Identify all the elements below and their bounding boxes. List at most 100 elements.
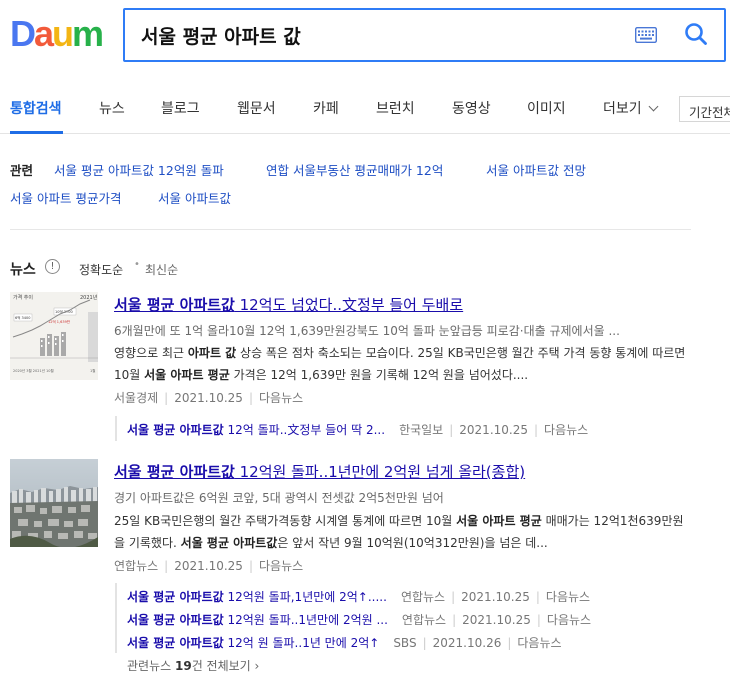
tab-blog[interactable]: 블로그 bbox=[161, 98, 200, 118]
info-icon[interactable]: ! bbox=[45, 259, 60, 274]
news-subtitle: 6개월만에 또 1억 올라10월 12억 1,639만원강북도 10억 돌파 눈… bbox=[114, 324, 620, 338]
related-news-title[interactable]: 서울 평균 아파트값 12억 돌파..文정부 들어 딱 2... bbox=[127, 423, 385, 437]
chevron-right-icon: › bbox=[254, 659, 260, 673]
snippet-keyword: 서울 아파트 평균 bbox=[456, 514, 542, 528]
related-rest: 12억 원 돌파..1년 만에 2억↑ bbox=[223, 636, 380, 650]
related-rest: 12억원 돌파..1년만에 2억원 ... bbox=[223, 613, 388, 627]
snippet-text: 은 앞서 작년 9월 10억원(10억312만원)을 넘은 데... bbox=[277, 536, 548, 550]
related-title: 관련 bbox=[10, 163, 34, 178]
news-source[interactable]: 서울경제 bbox=[114, 391, 158, 405]
tab-all[interactable]: 통합검색 bbox=[10, 98, 62, 118]
related-source[interactable]: SBS bbox=[393, 636, 416, 650]
search-box bbox=[123, 8, 726, 62]
related-news-row: 서울 평균 아파트값 12억원 돌파..1년만에 2억원 ... 연합뉴스 | 202… bbox=[127, 613, 592, 627]
snippet-keyword: 아파트 값 bbox=[187, 346, 237, 360]
related-portal[interactable]: 다음뉴스 bbox=[547, 613, 591, 627]
related-news-row: 서울 평균 아파트값 12억원 돌파,1년만에 2억↑..... 연합뉴스 | 202… bbox=[127, 590, 591, 604]
title-keyword: 서울 평균 아파트값 bbox=[114, 463, 235, 481]
snippet-keyword: 서울 아파트 평균 bbox=[144, 368, 230, 382]
related-keyword: 서울 평균 아파트값 bbox=[127, 636, 224, 650]
title-rest: 12억도 넘었다..文정부 들어 두배로 bbox=[234, 296, 464, 314]
news-date: 2021.10.25 bbox=[174, 391, 243, 405]
related-news-title[interactable]: 서울 평균 아파트값 12억원 돌파..1년만에 2억원 ... bbox=[127, 613, 388, 627]
related-date: 2021.10.25 bbox=[461, 590, 530, 604]
related-link[interactable]: 서울 아파트값 bbox=[158, 188, 231, 207]
related-news-title[interactable]: 서울 평균 아파트값 12억 원 돌파..1년 만에 2억↑ bbox=[127, 636, 379, 650]
related-rest: 12억원 돌파,1년만에 2억↑..... bbox=[223, 590, 387, 604]
thumb-label-bottom: 2020년 3월 2021년 10월 bbox=[13, 368, 54, 373]
related-keyword: 서울 평균 아파트값 bbox=[127, 613, 224, 627]
related-link[interactable]: 서울 아파트 평균가격 bbox=[10, 188, 121, 207]
related-link[interactable]: 연합 서울부동산 평균매매가 12억 bbox=[266, 160, 443, 179]
related-news-bar bbox=[115, 583, 117, 653]
sort-accuracy[interactable]: 정확도순 bbox=[79, 261, 123, 278]
tab-cafe[interactable]: 카페 bbox=[313, 98, 339, 118]
snippet-text: 가격은 12억 1,639만 원을 기록해 12억 원을 넘어섰다.... bbox=[229, 368, 529, 382]
section-divider bbox=[10, 229, 691, 230]
snippet-text: 영향으로 최근 bbox=[114, 346, 188, 360]
news-snippet[interactable]: 25일 KB국민은행의 월간 주택가격동향 시계열 통계에 따르면 10월 서울… bbox=[114, 510, 694, 554]
title-keyword: 서울 평균 아파트값 bbox=[114, 296, 235, 314]
thumb-label-top: 가격 추이 bbox=[13, 294, 33, 301]
related-source[interactable]: 연합뉴스 bbox=[402, 613, 446, 627]
related-date: 2021.10.25 bbox=[462, 613, 531, 627]
related-keyword: 서울 평균 아파트값 bbox=[127, 423, 224, 437]
related-portal[interactable]: 다음뉴스 bbox=[546, 590, 590, 604]
related-news-title[interactable]: 서울 평균 아파트값 12억원 돌파,1년만에 2억↑..... bbox=[127, 590, 387, 604]
snippet-keyword: 서울 평균 아파트값 bbox=[180, 536, 278, 550]
news-meta: 연합뉴스 | 2021.10.25 | 다음뉴스 bbox=[114, 559, 304, 573]
news-source[interactable]: 연합뉴스 bbox=[114, 559, 158, 573]
news-meta: 서울경제 | 2021.10.25 | 다음뉴스 bbox=[114, 391, 304, 405]
related-news-row: 서울 평균 아파트값 12억 원 돌파..1년 만에 2억↑ SBS | 2021.1… bbox=[127, 636, 562, 650]
daum-news-link[interactable]: 다음뉴스 bbox=[259, 559, 303, 573]
period-filter-button[interactable]: 기간전체 bbox=[679, 96, 730, 122]
related-portal[interactable]: 다음뉴스 bbox=[544, 423, 588, 437]
search-input[interactable] bbox=[141, 21, 611, 49]
news-section-title: 뉴스 bbox=[10, 262, 36, 278]
keyboard-icon[interactable] bbox=[635, 27, 657, 43]
related-keyword: 서울 평균 아파트값 bbox=[127, 590, 224, 604]
chevron-down-icon bbox=[648, 101, 659, 112]
tab-web[interactable]: 웹문서 bbox=[237, 98, 276, 118]
active-tab-indicator bbox=[10, 131, 63, 134]
thumb-label-bottom-right: 1월 bbox=[90, 368, 95, 373]
daum-news-link[interactable]: 다음뉴스 bbox=[259, 391, 303, 405]
news-title-link[interactable]: 서울 평균 아파트값 12억도 넘었다..文정부 들어 두배로 bbox=[114, 294, 463, 315]
more-suffix: 건 전체보기 bbox=[191, 659, 251, 673]
related-news-bar bbox=[115, 416, 117, 441]
title-rest: 12억원 돌파..1년만에 2억원 넘게 올라(종합) bbox=[234, 463, 526, 481]
thumb-value-c: 12억 1,639만 bbox=[48, 319, 71, 324]
thumb-value-a: 6억 3400 bbox=[15, 315, 30, 320]
tab-more[interactable]: 더보기 bbox=[603, 98, 659, 118]
more-prefix: 관련뉴스 bbox=[127, 659, 175, 673]
more-related-news-link[interactable]: 관련뉴스 19건 전체보기 › bbox=[127, 657, 259, 674]
search-tabs: 통합검색 뉴스 블로그 웹문서 카페 브런치 동영상 이미지 더보기 bbox=[0, 84, 730, 134]
tab-news[interactable]: 뉴스 bbox=[99, 98, 125, 118]
related-link[interactable]: 서울 평균 아파트값 12억원 돌파 bbox=[54, 160, 224, 179]
tab-video[interactable]: 동영상 bbox=[452, 98, 491, 118]
daum-logo[interactable]: Daum bbox=[10, 16, 105, 52]
more-count: 19 bbox=[174, 659, 192, 673]
news-thumbnail-chart[interactable]: 가격 추이 2021년 6억 3400 10억 3700 12억 1,639만 … bbox=[10, 292, 98, 380]
sort-latest[interactable]: 최신순 bbox=[145, 261, 178, 278]
news-subtitle: 경기 아파트값은 6억원 코앞, 5대 광역시 전셋값 2억5천만원 넘어 bbox=[114, 491, 444, 505]
related-source[interactable]: 한국일보 bbox=[399, 423, 443, 437]
tab-brunch[interactable]: 브런치 bbox=[376, 98, 415, 118]
city-skyline-photo bbox=[10, 459, 98, 547]
related-source[interactable]: 연합뉴스 bbox=[401, 590, 445, 604]
news-date: 2021.10.25 bbox=[174, 559, 243, 573]
tab-images[interactable]: 이미지 bbox=[527, 98, 566, 118]
related-news-row: 서울 평균 아파트값 12억 돌파..文정부 들어 딱 2... 한국일보 | 202… bbox=[127, 423, 589, 437]
infographic-thumbnail: 가격 추이 2021년 6억 3400 10억 3700 12억 1,639만 … bbox=[10, 292, 98, 380]
sort-separator: • bbox=[134, 259, 140, 270]
news-thumbnail-photo[interactable] bbox=[10, 459, 98, 547]
snippet-text: 25일 KB국민은행의 월간 주택가격동향 시계열 통계에 따르면 10월 bbox=[114, 514, 457, 528]
news-snippet[interactable]: 영향으로 최근 아파트 값 상승 폭은 점차 축소되는 모습이다. 25일 KB… bbox=[114, 342, 694, 386]
related-link[interactable]: 서울 아파트값 전망 bbox=[486, 160, 586, 179]
related-portal[interactable]: 다음뉴스 bbox=[517, 636, 561, 650]
related-date: 2021.10.26 bbox=[432, 636, 502, 650]
header: Daum bbox=[0, 0, 730, 84]
news-title-link[interactable]: 서울 평균 아파트값 12억원 돌파..1년만에 2억원 넘게 올라(종합) bbox=[114, 461, 525, 482]
related-date: 2021.10.25 bbox=[459, 423, 528, 437]
search-icon[interactable] bbox=[683, 21, 709, 47]
